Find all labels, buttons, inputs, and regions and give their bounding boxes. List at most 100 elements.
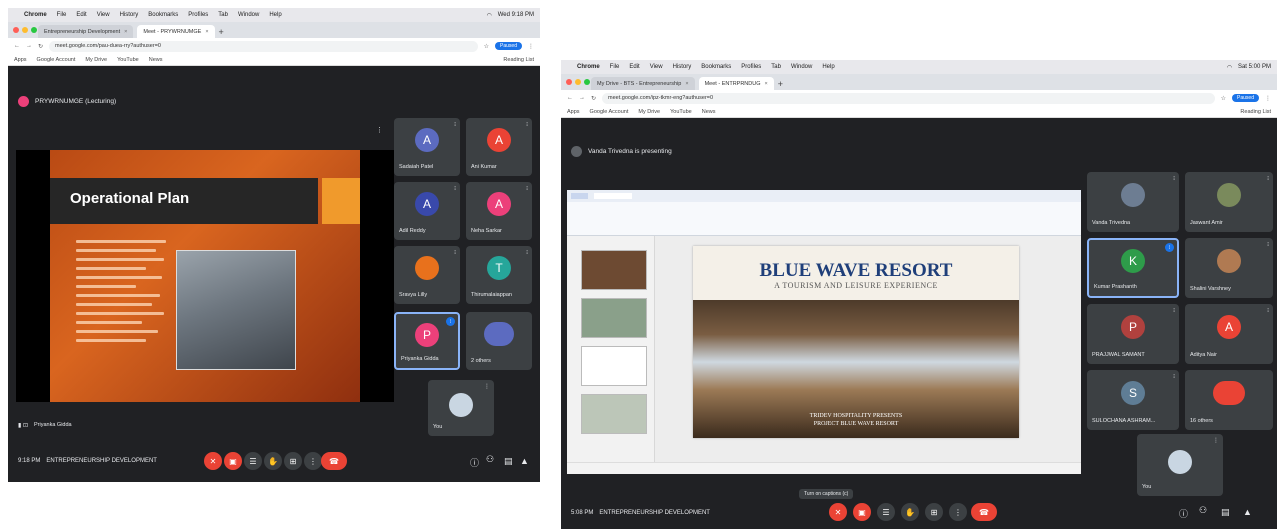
more-icon[interactable]: ⋮ bbox=[376, 126, 383, 134]
participant-tile[interactable]: ⁝ Jaswant Amir bbox=[1185, 172, 1273, 232]
profile-button[interactable]: Paused bbox=[495, 42, 522, 50]
participant-tile[interactable]: T ⁝ Thirumalaiappan bbox=[466, 246, 532, 304]
participant-tile[interactable]: ⁝ Vanda Trivedna bbox=[1087, 172, 1179, 232]
present-button[interactable]: ⊞ bbox=[284, 452, 302, 470]
profile-button[interactable]: Paused bbox=[1232, 94, 1259, 102]
slide-thumbnail[interactable] bbox=[581, 394, 647, 434]
menubar-clock[interactable]: Sat 5:00 PM bbox=[1238, 64, 1271, 71]
more-options-button[interactable]: ⋮ bbox=[949, 503, 967, 521]
bookmark-item[interactable]: News bbox=[149, 57, 163, 63]
camera-off-button[interactable]: ▣ bbox=[224, 452, 242, 470]
reload-icon[interactable]: ↻ bbox=[591, 95, 596, 102]
bookmark-item[interactable]: My Drive bbox=[638, 109, 660, 115]
bookmark-item[interactable]: News bbox=[702, 109, 716, 115]
info-icon[interactable]: ⓘ bbox=[470, 456, 479, 469]
menu-tab[interactable]: Tab bbox=[218, 12, 228, 18]
reading-list[interactable]: Reading List bbox=[1240, 109, 1271, 115]
mic-off-button[interactable]: ✕ bbox=[829, 503, 847, 521]
participant-tile[interactable]: A ⁝ Adil Reddy bbox=[394, 182, 460, 240]
close-window-button[interactable] bbox=[566, 79, 572, 85]
info-icon[interactable]: ⓘ bbox=[1179, 507, 1188, 520]
participant-tile[interactable]: A ⁝ Neha Sarkar bbox=[466, 182, 532, 240]
participant-tile[interactable]: A ⁝ Aditya Nair bbox=[1185, 304, 1273, 364]
menu-help[interactable]: Help bbox=[822, 64, 834, 70]
participant-tile[interactable]: 2 others bbox=[466, 312, 532, 370]
back-icon[interactable]: ← bbox=[14, 43, 20, 49]
slide-thumbnail[interactable] bbox=[581, 250, 647, 290]
bookmark-item[interactable]: My Drive bbox=[85, 57, 107, 63]
activities-icon[interactable]: ▲ bbox=[520, 456, 529, 466]
new-tab-button[interactable]: + bbox=[219, 27, 224, 38]
menubar-app-name[interactable]: Chrome bbox=[24, 12, 47, 18]
captions-button[interactable]: ☰ bbox=[877, 503, 895, 521]
menubar-clock[interactable]: Wed 9:18 PM bbox=[498, 12, 534, 19]
forward-icon[interactable]: → bbox=[26, 43, 32, 49]
close-tab-icon[interactable]: × bbox=[765, 81, 768, 87]
bookmark-item[interactable]: YouTube bbox=[117, 57, 139, 63]
close-tab-icon[interactable]: × bbox=[205, 29, 208, 35]
bookmark-item[interactable]: Google Account bbox=[590, 109, 629, 115]
raise-hand-button[interactable]: ✋ bbox=[264, 452, 282, 470]
reload-icon[interactable]: ↻ bbox=[38, 43, 43, 50]
mic-off-button[interactable]: ✕ bbox=[204, 452, 222, 470]
close-window-button[interactable] bbox=[13, 27, 19, 33]
participant-tile[interactable]: ⁝ Shalini Varshney bbox=[1185, 238, 1273, 298]
menu-help[interactable]: Help bbox=[269, 12, 281, 18]
wifi-icon[interactable]: ◠ bbox=[487, 12, 492, 19]
participant-tile[interactable]: S ⁝ SULOCHANA ASHRAM... bbox=[1087, 370, 1179, 430]
people-icon[interactable]: ⚇ bbox=[1199, 505, 1207, 516]
maximize-window-button[interactable] bbox=[584, 79, 590, 85]
end-call-button[interactable]: ☎ bbox=[971, 503, 997, 521]
back-icon[interactable]: ← bbox=[567, 95, 573, 101]
menu-bookmarks[interactable]: Bookmarks bbox=[701, 64, 731, 70]
activities-icon[interactable]: ▲ bbox=[1243, 507, 1252, 517]
present-button[interactable]: ⊞ bbox=[925, 503, 943, 521]
minimize-window-button[interactable] bbox=[22, 27, 28, 33]
menu-file[interactable]: File bbox=[57, 12, 67, 18]
participant-tile-speaking[interactable]: P ⁞ Priyanka Gidda bbox=[394, 312, 460, 370]
star-icon[interactable]: ☆ bbox=[1221, 95, 1226, 102]
menu-tab[interactable]: Tab bbox=[771, 64, 781, 70]
end-call-button[interactable]: ☎ bbox=[321, 452, 347, 470]
chat-icon[interactable]: ▤ bbox=[504, 456, 513, 467]
menu-profiles[interactable]: Profiles bbox=[741, 64, 761, 70]
bookmark-item[interactable]: Google Account bbox=[37, 57, 76, 63]
browser-tab-active[interactable]: Meet - PRYWRNUMGE × bbox=[137, 25, 215, 38]
raise-hand-button[interactable]: ✋ bbox=[901, 503, 919, 521]
people-icon[interactable]: ⚇ bbox=[486, 454, 494, 465]
menu-view[interactable]: View bbox=[650, 64, 663, 70]
menubar-app-name[interactable]: Chrome bbox=[577, 64, 600, 70]
slide-thumbnail[interactable] bbox=[581, 346, 647, 386]
chat-icon[interactable]: ▤ bbox=[1221, 507, 1230, 518]
forward-icon[interactable]: → bbox=[579, 95, 585, 101]
menu-history[interactable]: History bbox=[120, 12, 139, 18]
menu-window[interactable]: Window bbox=[791, 64, 812, 70]
bookmark-item[interactable]: Apps bbox=[567, 109, 580, 115]
maximize-window-button[interactable] bbox=[31, 27, 37, 33]
menu-file[interactable]: File bbox=[610, 64, 620, 70]
self-view-tile[interactable]: ⋮ You bbox=[1137, 434, 1223, 496]
participant-tile[interactable]: P ⁝ PRAJJWAL SAMANT bbox=[1087, 304, 1179, 364]
minimize-window-button[interactable] bbox=[575, 79, 581, 85]
bookmark-item[interactable]: YouTube bbox=[670, 109, 692, 115]
participant-tile[interactable]: A ⁝ Ani Kumar bbox=[466, 118, 532, 176]
wifi-icon[interactable]: ◠ bbox=[1227, 64, 1232, 71]
url-field[interactable]: meet.google.com/ipz-tkmr-eng?authuser=0 bbox=[602, 92, 1215, 104]
slide-thumbnail[interactable] bbox=[581, 298, 647, 338]
participant-tile[interactable]: ⁝ Sravya Lilly bbox=[394, 246, 460, 304]
menu-window[interactable]: Window bbox=[238, 12, 259, 18]
menu-dots-icon[interactable]: ⋮ bbox=[1265, 95, 1271, 102]
more-options-button[interactable]: ⋮ bbox=[304, 452, 322, 470]
menu-bookmarks[interactable]: Bookmarks bbox=[148, 12, 178, 18]
browser-tab-active[interactable]: Meet - ENTRPRNDUG × bbox=[698, 77, 774, 90]
bookmark-item[interactable]: Apps bbox=[14, 57, 27, 63]
ppt-ribbon[interactable] bbox=[567, 202, 1081, 236]
camera-off-button[interactable]: ▣ bbox=[853, 503, 871, 521]
participant-tile[interactable]: A ⁝ Sadaiah Patel bbox=[394, 118, 460, 176]
star-icon[interactable]: ☆ bbox=[484, 43, 489, 50]
close-tab-icon[interactable]: × bbox=[124, 29, 127, 35]
new-tab-button[interactable]: + bbox=[778, 79, 783, 90]
participant-tile[interactable]: 16 others bbox=[1185, 370, 1273, 430]
menu-edit[interactable]: Edit bbox=[76, 12, 86, 18]
reading-list[interactable]: Reading List bbox=[503, 57, 534, 63]
